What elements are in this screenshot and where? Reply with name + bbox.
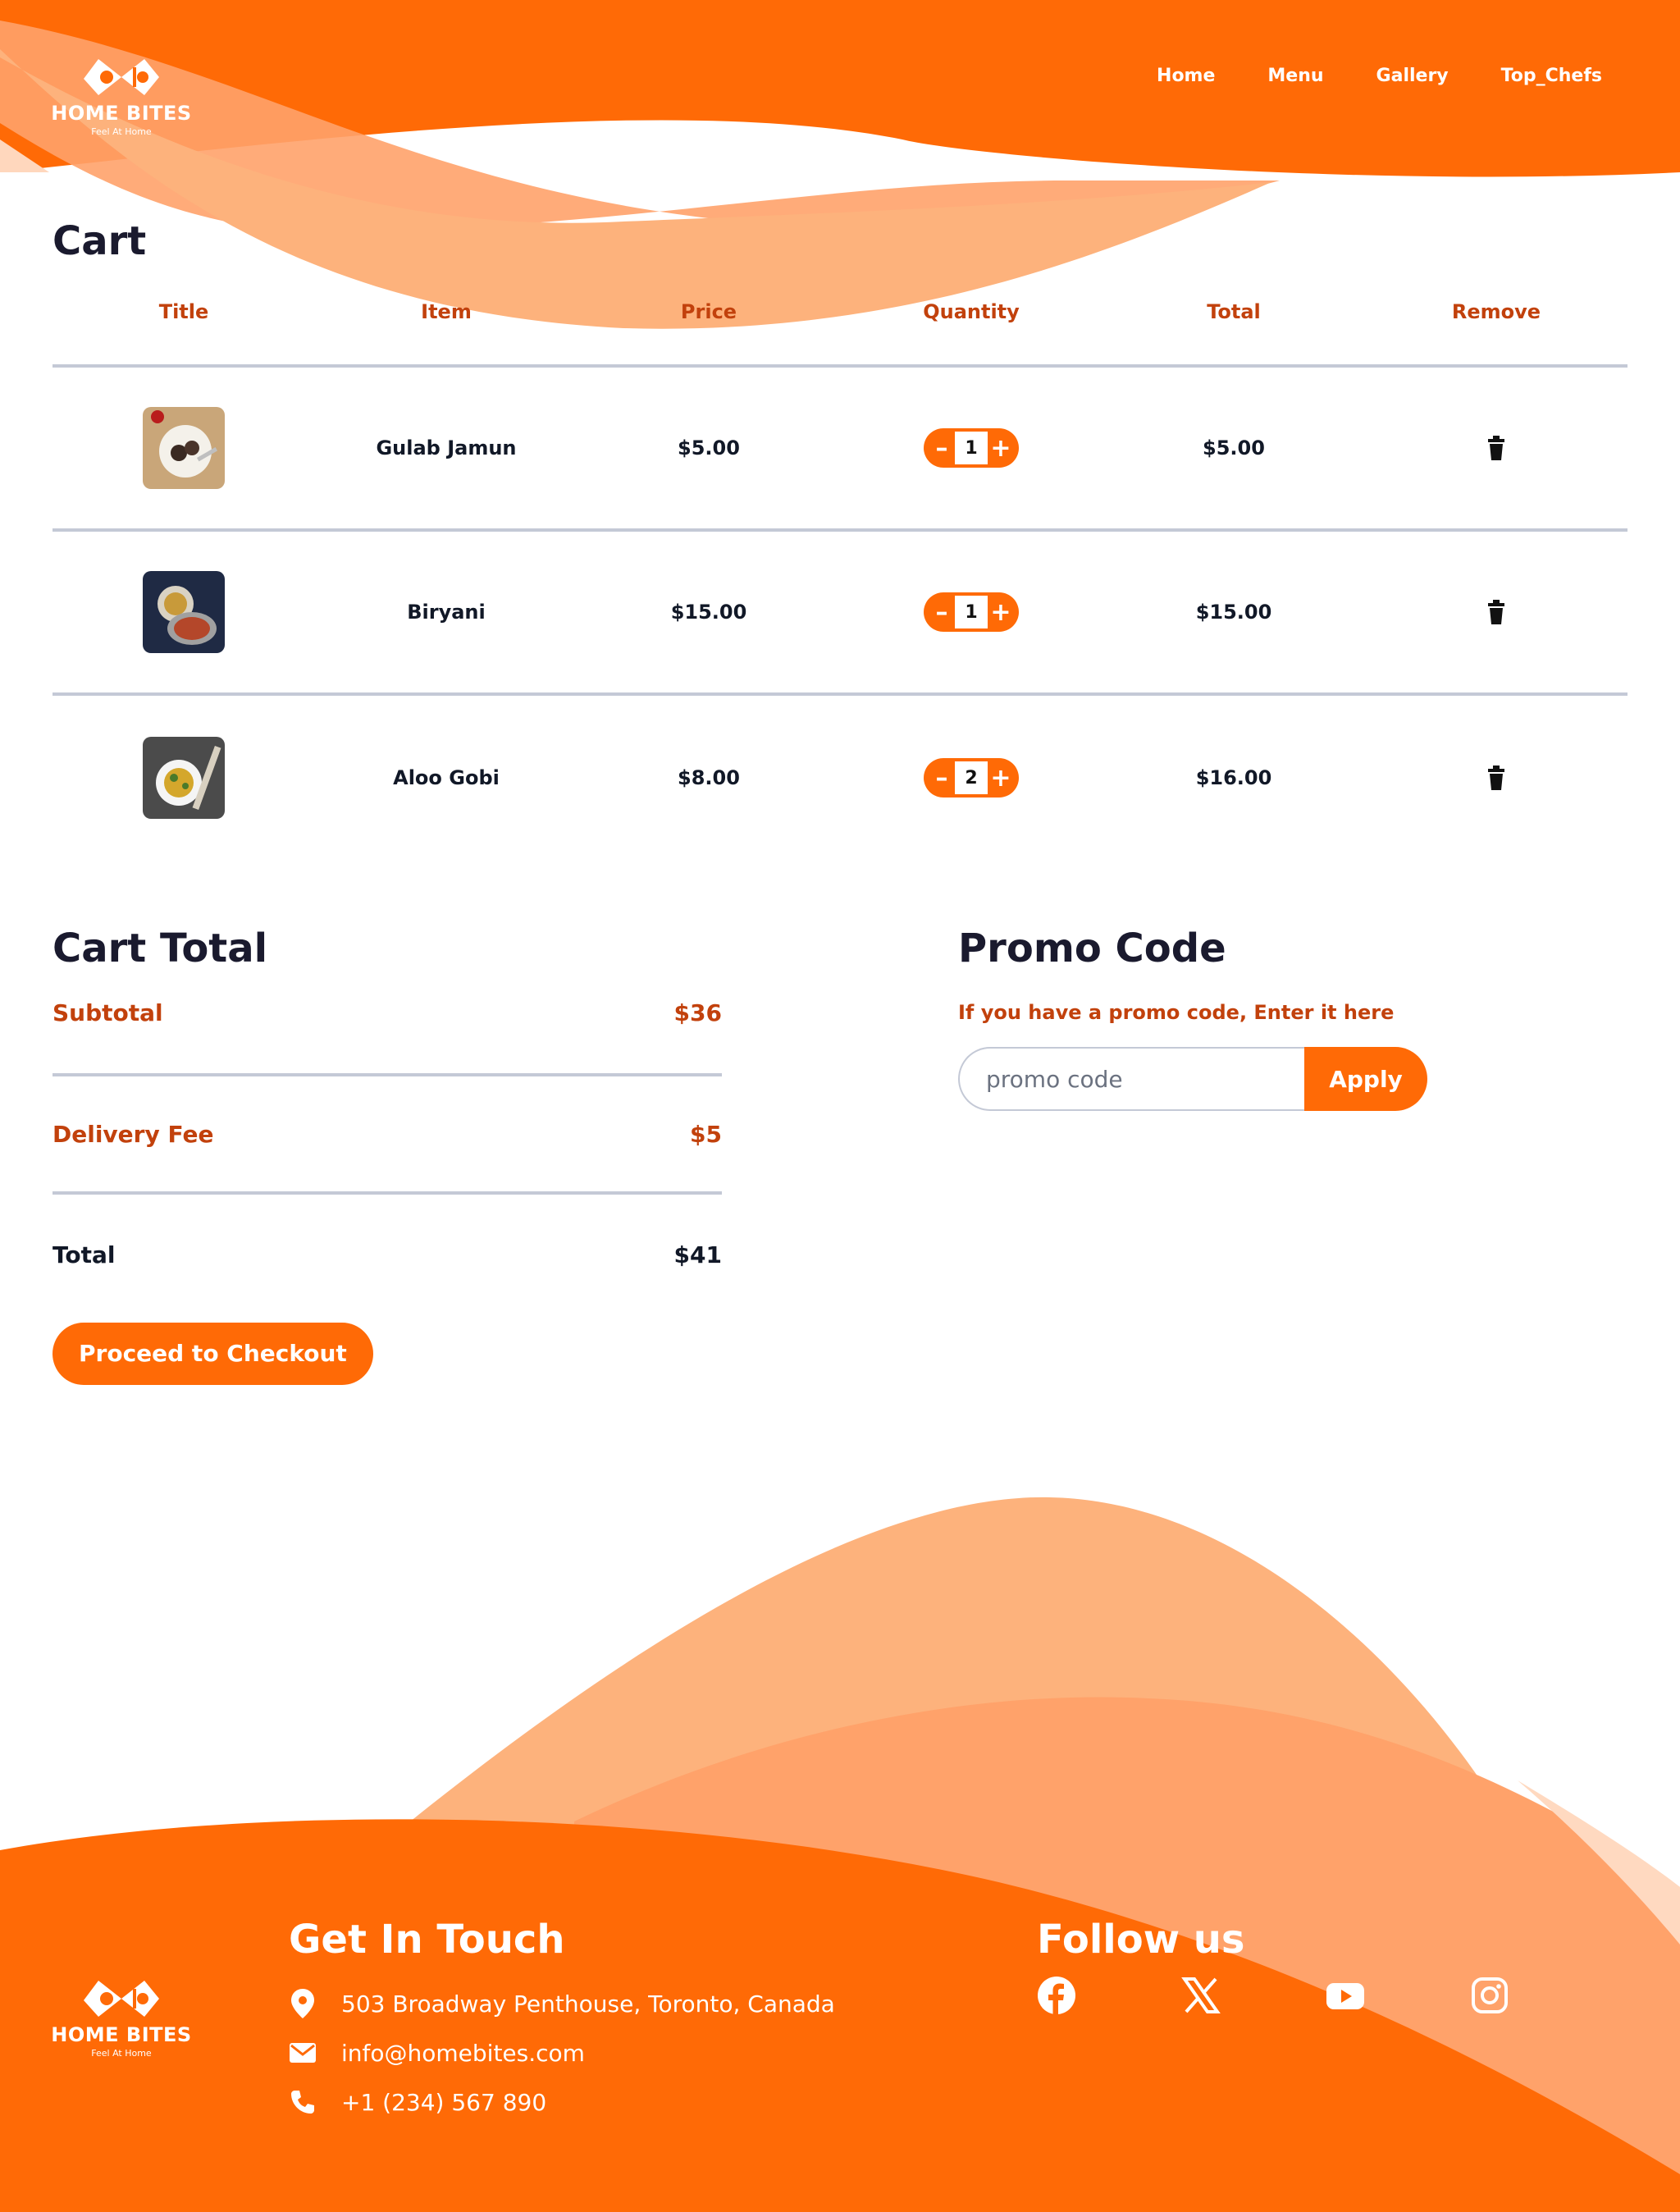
item-price: $5.00 bbox=[678, 436, 740, 459]
contact-title: Get In Touch bbox=[289, 1917, 565, 1963]
quantity-value[interactable]: 2 bbox=[955, 761, 988, 794]
x-icon[interactable] bbox=[1181, 1976, 1221, 2015]
column-total: Total bbox=[1207, 300, 1261, 323]
cart-total-title: Cart Total bbox=[52, 925, 268, 971]
column-title: Title bbox=[158, 300, 209, 323]
aloo-gobi-photo bbox=[143, 737, 225, 819]
main-nav: Home Menu Gallery Top_Chefs bbox=[1157, 66, 1602, 86]
cart-table-header: Title Item Price Quantity Total Remove bbox=[52, 295, 1628, 368]
address-text: 503 Broadway Penthouse, Toronto, Canada bbox=[341, 1990, 835, 2018]
item-total: $15.00 bbox=[1195, 601, 1272, 624]
promo-hint: If you have a promo code, Enter it here bbox=[958, 1001, 1395, 1024]
location-pin-icon bbox=[289, 1989, 317, 2018]
trash-icon[interactable] bbox=[1485, 436, 1508, 460]
promo-form: Apply bbox=[958, 1047, 1532, 1111]
increase-quantity-button[interactable]: + bbox=[988, 761, 1014, 794]
quantity-stepper: – 1 + bbox=[924, 428, 1019, 468]
brand-tagline: Feel At Home bbox=[91, 2048, 152, 2059]
item-price: $15.00 bbox=[670, 601, 747, 624]
decrease-quantity-button[interactable]: – bbox=[929, 596, 955, 628]
nav-top-chefs[interactable]: Top_Chefs bbox=[1501, 66, 1602, 86]
footer-brand-logo[interactable]: HOME BITES Feel At Home bbox=[51, 1976, 192, 2059]
apply-button[interactable]: Apply bbox=[1304, 1047, 1427, 1111]
decrease-quantity-button[interactable]: – bbox=[929, 761, 955, 794]
quantity-value[interactable]: 1 bbox=[955, 596, 988, 628]
contact-email[interactable]: info@homebites.com bbox=[289, 2028, 835, 2077]
item-name: Gulab Jamun bbox=[376, 436, 517, 459]
item-total: $16.00 bbox=[1195, 766, 1272, 789]
cart-table: Title Item Price Quantity Total Remove G… bbox=[52, 295, 1628, 860]
item-name: Aloo Gobi bbox=[393, 766, 500, 789]
promo-code-panel: Promo Code If you have a promo code, Ent… bbox=[958, 925, 1532, 1111]
phone-icon bbox=[289, 2087, 317, 2117]
follow-title: Follow us bbox=[1037, 1917, 1245, 1963]
phone-text[interactable]: +1 (234) 567 890 bbox=[341, 2089, 546, 2116]
delivery-line: Delivery Fee $5 bbox=[52, 1076, 722, 1195]
quantity-value[interactable]: 1 bbox=[955, 432, 988, 464]
promo-code-input[interactable] bbox=[958, 1047, 1304, 1111]
trash-icon[interactable] bbox=[1485, 766, 1508, 790]
facebook-icon[interactable] bbox=[1037, 1976, 1076, 2015]
increase-quantity-button[interactable]: + bbox=[988, 432, 1014, 464]
subtotal-value: $36 bbox=[673, 999, 722, 1026]
nav-home[interactable]: Home bbox=[1157, 66, 1215, 86]
brand-logo[interactable]: HOME BITES Feel At Home bbox=[51, 54, 192, 137]
column-price: Price bbox=[680, 300, 737, 323]
nav-menu[interactable]: Menu bbox=[1267, 66, 1323, 86]
contact-address: 503 Broadway Penthouse, Toronto, Canada bbox=[289, 1979, 835, 2028]
item-price: $8.00 bbox=[678, 766, 740, 789]
gulab-jamun-photo bbox=[143, 407, 225, 489]
envelope-icon bbox=[289, 2038, 317, 2068]
biryani-photo bbox=[143, 571, 225, 653]
promo-title: Promo Code bbox=[958, 925, 1226, 971]
item-name: Biryani bbox=[407, 601, 486, 624]
youtube-icon[interactable] bbox=[1326, 1976, 1365, 2015]
decrease-quantity-button[interactable]: – bbox=[929, 432, 955, 464]
column-remove: Remove bbox=[1451, 300, 1541, 323]
item-total: $5.00 bbox=[1203, 436, 1265, 459]
table-row: Biryani $15.00 – 1 + $15.00 bbox=[52, 532, 1628, 696]
instagram-icon[interactable] bbox=[1470, 1976, 1509, 2015]
home-bites-logo-icon bbox=[84, 1981, 159, 2017]
cart-total-panel: Cart Total Subtotal $36 Delivery Fee $5 … bbox=[52, 925, 722, 1385]
email-text[interactable]: info@homebites.com bbox=[341, 2040, 585, 2067]
social-links bbox=[1037, 1976, 1509, 2015]
nav-gallery[interactable]: Gallery bbox=[1376, 66, 1449, 86]
total-label: Total bbox=[52, 1241, 116, 1268]
delivery-label: Delivery Fee bbox=[52, 1120, 214, 1148]
table-row: Gulab Jamun $5.00 – 1 + $5.00 bbox=[52, 368, 1628, 532]
table-row: Aloo Gobi $8.00 – 2 + $16.00 bbox=[52, 696, 1628, 860]
column-item: Item bbox=[421, 300, 472, 323]
total-value: $41 bbox=[673, 1241, 722, 1268]
follow-us-section: Follow us bbox=[1037, 1917, 1509, 2015]
column-quantity: Quantity bbox=[923, 300, 1020, 323]
page-title: Cart bbox=[52, 218, 147, 264]
contact-phone[interactable]: +1 (234) 567 890 bbox=[289, 2077, 835, 2127]
total-line: Total $41 bbox=[52, 1195, 722, 1314]
home-bites-logo-icon bbox=[84, 59, 159, 95]
proceed-to-checkout-button[interactable]: Proceed to Checkout bbox=[52, 1323, 373, 1385]
brand-tagline: Feel At Home bbox=[91, 126, 152, 137]
brand-name: HOME BITES bbox=[51, 2023, 192, 2046]
subtotal-label: Subtotal bbox=[52, 999, 163, 1026]
brand-name: HOME BITES bbox=[51, 102, 192, 125]
subtotal-line: Subtotal $36 bbox=[52, 993, 722, 1076]
quantity-stepper: – 2 + bbox=[924, 758, 1019, 798]
trash-icon[interactable] bbox=[1485, 600, 1508, 624]
quantity-stepper: – 1 + bbox=[924, 592, 1019, 632]
get-in-touch-section: Get In Touch 503 Broadway Penthouse, Tor… bbox=[289, 1917, 835, 2127]
increase-quantity-button[interactable]: + bbox=[988, 596, 1014, 628]
delivery-value: $5 bbox=[690, 1120, 722, 1148]
